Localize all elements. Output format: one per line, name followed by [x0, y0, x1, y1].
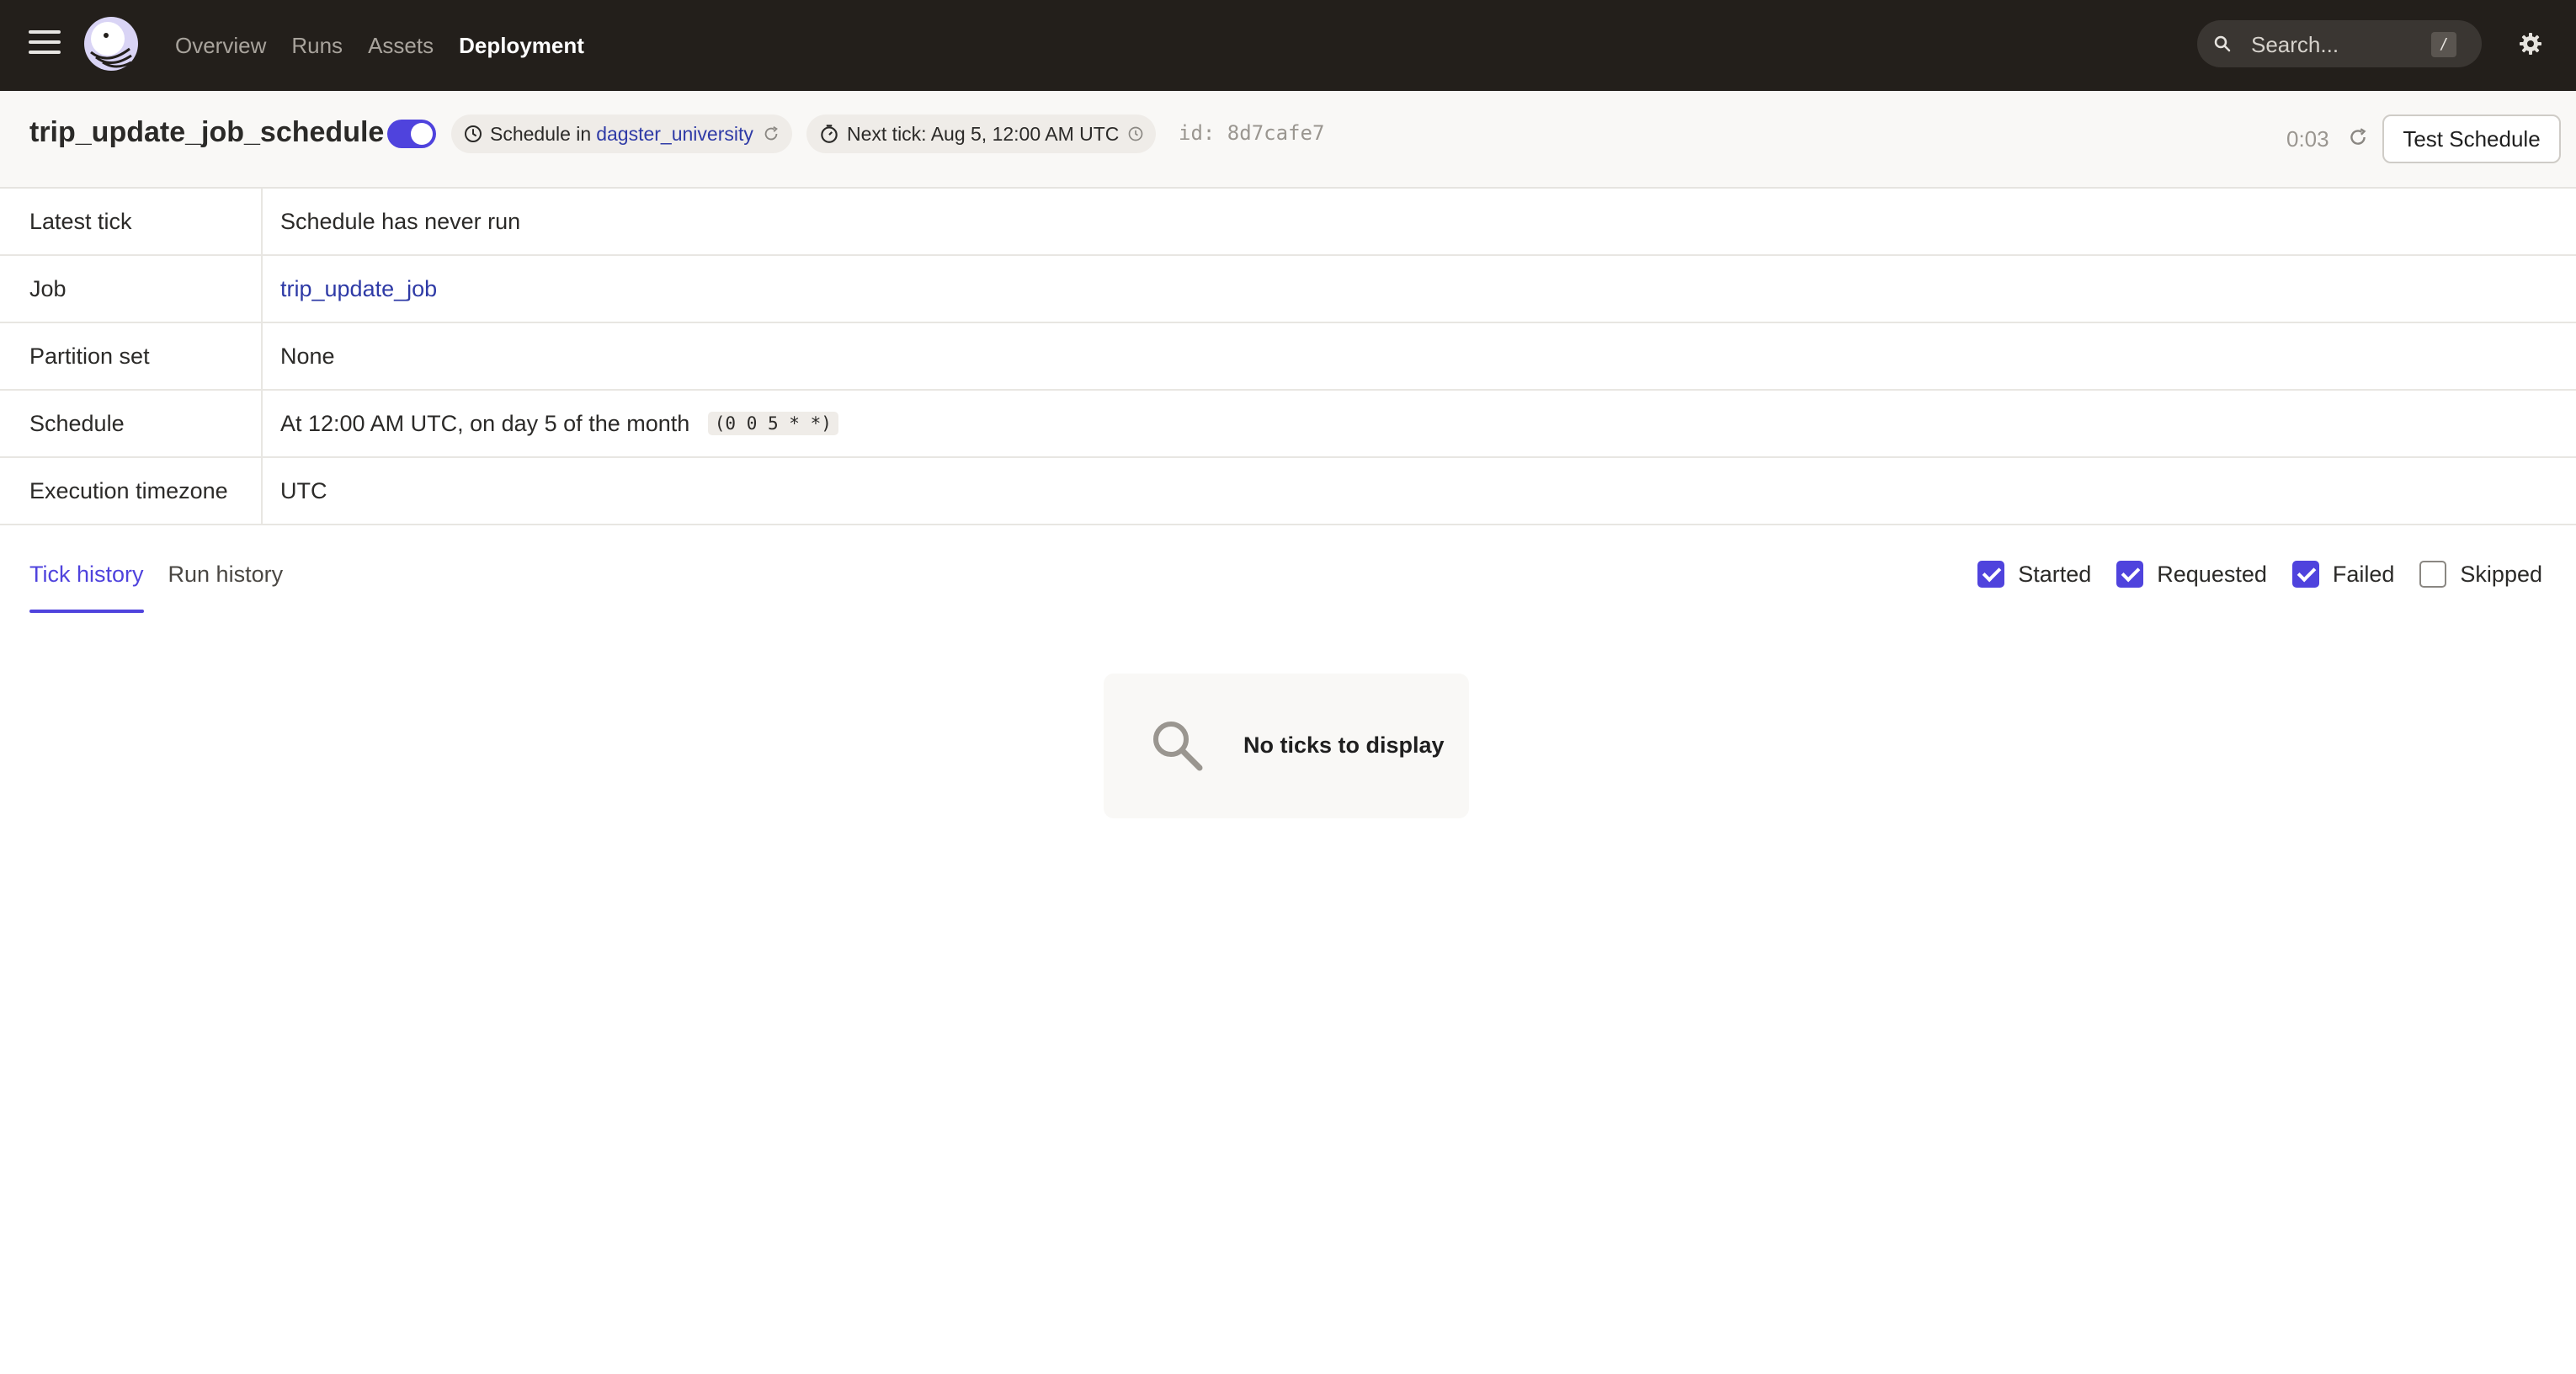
job-link[interactable]: trip_update_job: [280, 276, 437, 302]
nav-overview[interactable]: Overview: [175, 33, 266, 59]
page-header: trip_update_job_schedule Schedule in dag…: [0, 91, 2576, 189]
requested-checkbox[interactable]: [2116, 561, 2144, 588]
schedule-id: id: 8d7cafe7: [1179, 121, 1325, 145]
search-shortcut-key: /: [2431, 32, 2456, 57]
page-title: trip_update_job_schedule: [29, 116, 385, 148]
test-schedule-button[interactable]: Test Schedule: [2382, 114, 2561, 163]
cron-expression: (0 0 5 * *): [707, 412, 838, 435]
skipped-checkbox[interactable]: [2419, 561, 2447, 588]
toggle-knob: [411, 123, 433, 145]
refresh-icon[interactable]: [2347, 126, 2369, 148]
filter-skipped[interactable]: Skipped: [2419, 561, 2542, 588]
detail-key: Job: [29, 276, 67, 301]
schedule-prefix: Schedule in: [490, 122, 592, 145]
top-nav: Overview Runs Assets Deployment Search..…: [0, 0, 2576, 91]
nav-runs[interactable]: Runs: [291, 33, 343, 59]
dagster-logo[interactable]: [82, 15, 140, 72]
hamburger-icon[interactable]: [29, 30, 61, 56]
detail-value: UTC: [280, 478, 327, 503]
tab-run-history[interactable]: Run history: [168, 539, 284, 615]
search-placeholder: Search...: [2251, 32, 2339, 57]
tick-status-filters: Started Requested Failed Skipped: [1952, 559, 2542, 589]
detail-value: None: [280, 344, 335, 369]
gear-icon[interactable]: [2517, 30, 2544, 57]
detail-key: Latest tick: [29, 209, 132, 234]
next-tick-text: Next tick: Aug 5, 12:00 AM UTC: [847, 122, 1120, 145]
location-link[interactable]: dagster_university: [596, 123, 753, 146]
started-checkbox[interactable]: [1977, 561, 2005, 588]
next-tick-chip: Next tick: Aug 5, 12:00 AM UTC: [806, 114, 1157, 153]
nav-deployment[interactable]: Deployment: [459, 33, 584, 59]
tab-tick-history[interactable]: Tick history: [29, 539, 144, 615]
empty-state: No ticks to display: [1104, 674, 1469, 818]
clock-icon: [465, 125, 482, 142]
schedule-description: At 12:00 AM UTC, on day 5 of the month: [280, 411, 690, 436]
search-icon: [2214, 35, 2231, 52]
detail-key: Execution timezone: [29, 478, 228, 503]
detail-key: Partition set: [29, 344, 150, 369]
details-row-job: Job trip_update_job: [0, 256, 2576, 323]
nav-assets[interactable]: Assets: [368, 33, 434, 59]
filter-label: Skipped: [2460, 561, 2542, 587]
filter-label: Requested: [2157, 561, 2267, 587]
detail-value-schedule: At 12:00 AM UTC, on day 5 of the month (…: [280, 411, 838, 437]
search-input[interactable]: Search... /: [2197, 20, 2482, 67]
details-row-schedule: Schedule At 12:00 AM UTC, on day 5 of th…: [0, 391, 2576, 458]
details-row-partition-set: Partition set None: [0, 323, 2576, 391]
details-row-latest-tick: Latest tick Schedule has never run: [0, 189, 2576, 256]
timer-icon: [821, 125, 838, 143]
filter-label: Failed: [2332, 561, 2395, 587]
details-table: Latest tick Schedule has never run Job t…: [0, 189, 2576, 525]
detail-key: Schedule: [29, 411, 125, 436]
search-icon: [1153, 722, 1203, 771]
empty-state-message: No ticks to display: [1243, 732, 1445, 758]
refresh-timer: 0:03: [2286, 126, 2329, 152]
filter-started[interactable]: Started: [1977, 561, 2091, 588]
reload-icon[interactable]: [762, 125, 780, 143]
schedule-location-chip: Schedule in dagster_university: [451, 114, 792, 153]
failed-checkbox[interactable]: [2291, 561, 2319, 588]
details-row-timezone: Execution timezone UTC: [0, 458, 2576, 525]
filter-requested[interactable]: Requested: [2116, 561, 2267, 588]
history-tabs: Tick history Run history: [29, 539, 283, 615]
nav-links: Overview Runs Assets Deployment: [175, 0, 584, 91]
detail-value: Schedule has never run: [280, 209, 521, 234]
filter-failed[interactable]: Failed: [2291, 561, 2395, 588]
timezone-info-icon[interactable]: [1127, 125, 1144, 142]
schedule-toggle[interactable]: [387, 120, 436, 148]
filter-label: Started: [2018, 561, 2092, 587]
